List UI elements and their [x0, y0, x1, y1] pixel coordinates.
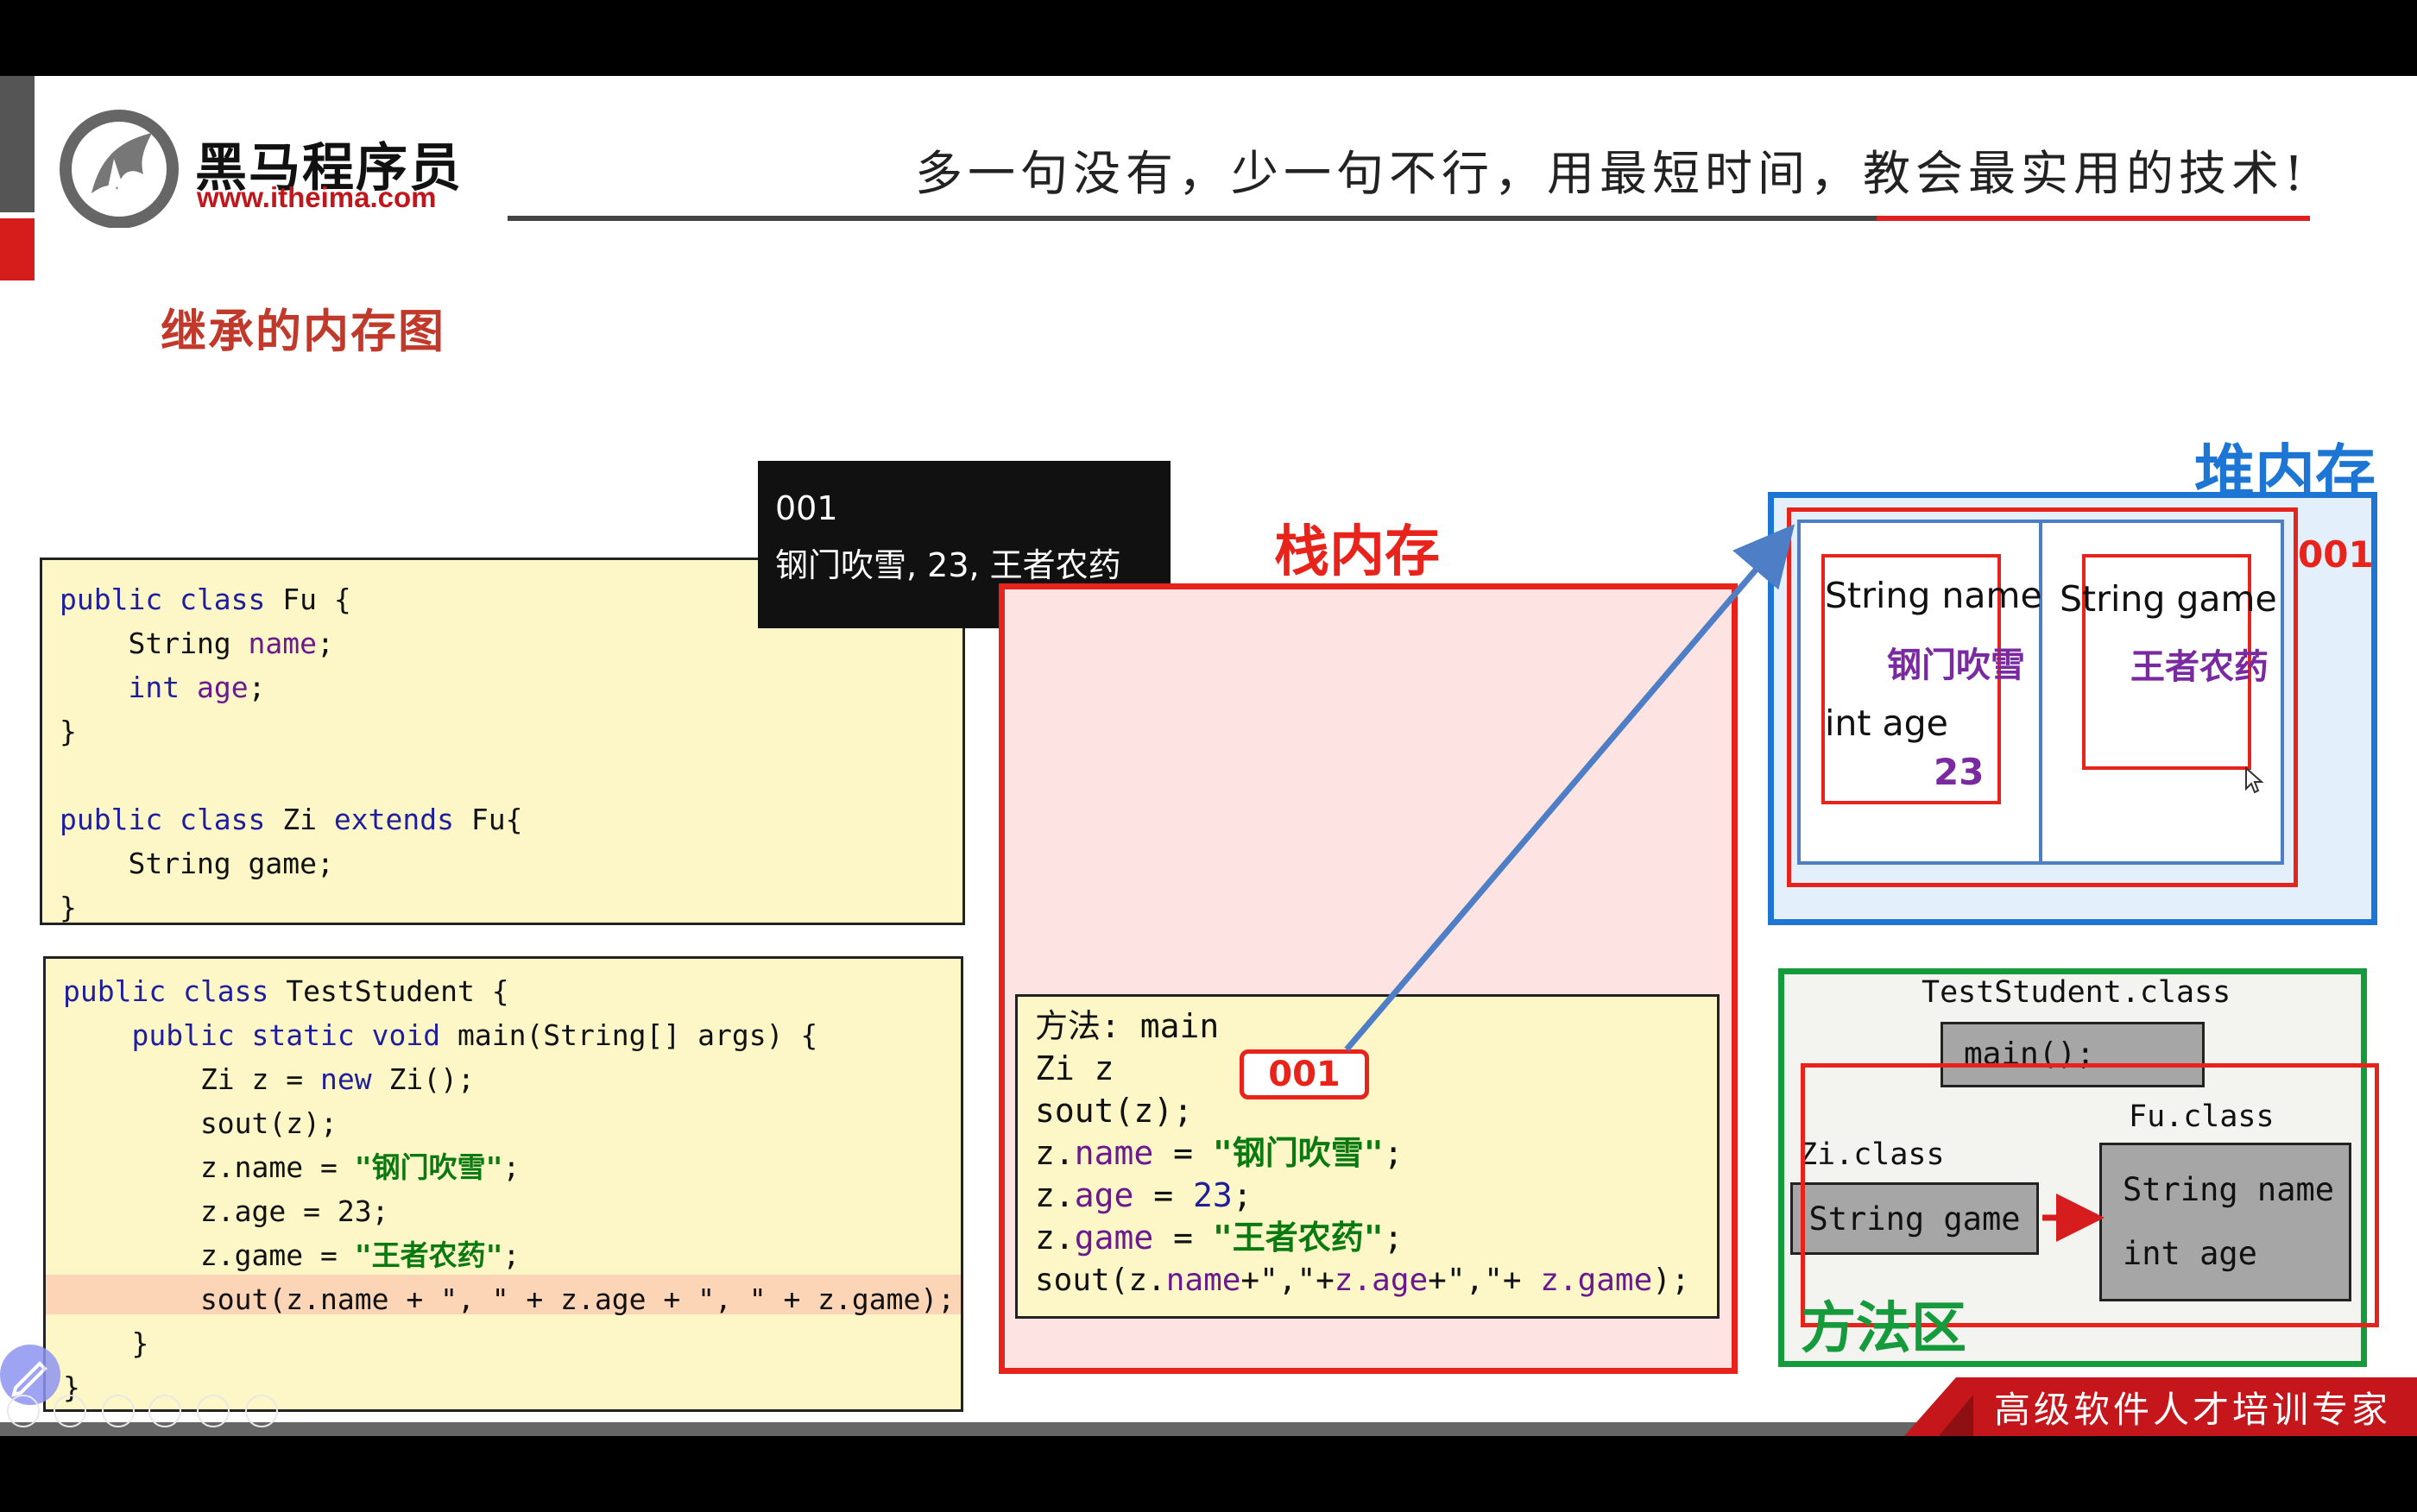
slideshow-next-button[interactable]	[54, 1395, 86, 1427]
slideshow-prev-button[interactable]	[7, 1395, 40, 1427]
slideshow-grid-button[interactable]	[148, 1395, 181, 1427]
slide: 黑马程序员 www.itheima.com 多一句没有，少一句不行，用最短时间，…	[0, 76, 2417, 1436]
slideshow-pen-button[interactable]	[102, 1395, 135, 1427]
slideshow-zoom-button[interactable]	[197, 1395, 230, 1427]
slideshow-more-button[interactable]	[245, 1395, 278, 1427]
arrows-layer	[1344, 524, 2105, 1242]
footer-tagline: 高级软件人才培训专家	[1994, 1389, 2392, 1431]
reference-arrow	[1344, 524, 1795, 1052]
